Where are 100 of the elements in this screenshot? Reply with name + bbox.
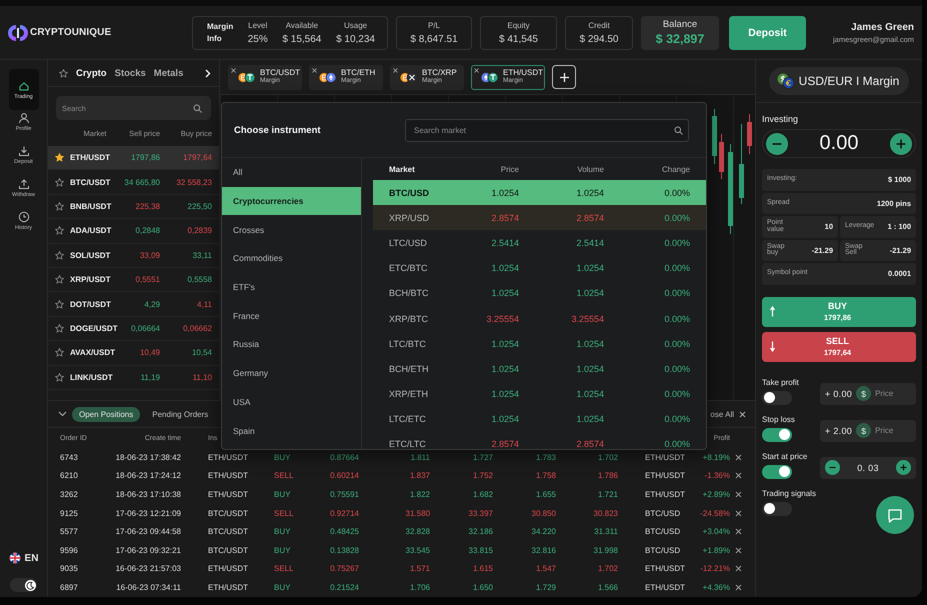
- instrument-row[interactable]: BTC/USD 1.0254 1.0254 0.00%: [373, 180, 706, 206]
- star-icon[interactable]: [54, 275, 64, 284]
- star-icon[interactable]: [54, 250, 64, 260]
- market-row[interactable]: DOGE/USDT 0,06664 0,06662: [48, 316, 219, 342]
- close-icon[interactable]: [474, 68, 479, 72]
- price-input[interactable]: Price: [875, 426, 910, 435]
- price-value: 1.0254: [490, 364, 519, 374]
- toggle-switch[interactable]: [762, 502, 792, 516]
- table-cell-text: 31.311: [593, 527, 618, 536]
- price-value: 1.0254: [490, 263, 519, 274]
- chevron-down-icon[interactable]: [58, 411, 67, 417]
- category-tab[interactable]: Stocks: [114, 68, 146, 78]
- instrument-row[interactable]: ETC/LTC 2.8574 2.8574 0.00%: [373, 432, 706, 449]
- table-cell-text: +1.89%: [702, 546, 730, 555]
- table-cell-text: ETH/USDT: [644, 452, 686, 462]
- instrument-row[interactable]: BCH/BTC 1.0254 1.0254 0.00%: [373, 280, 706, 306]
- stat-label: Credit: [588, 20, 610, 30]
- instrument-row[interactable]: XRP/ETH 1.0254 1.0254 0.00%: [373, 382, 706, 407]
- market-row[interactable]: ADA/USDT 0,2848 0,2839: [48, 219, 219, 244]
- instrument-row[interactable]: XRP/USD 2.8574 2.8574 0.00%: [373, 205, 706, 230]
- toggle-switch[interactable]: [762, 464, 792, 478]
- close-icon[interactable]: [734, 565, 742, 572]
- category-item[interactable]: Cryptocurrencies: [222, 186, 361, 216]
- buy-price: 11,10: [192, 372, 212, 382]
- star-icon[interactable]: [54, 178, 64, 187]
- add-tab-button[interactable]: [552, 65, 576, 89]
- close-icon[interactable]: [231, 68, 236, 72]
- instrument-row[interactable]: XRP/BTC 3.25554 3.25554 0.00%: [373, 306, 706, 332]
- minus-icon[interactable]: [825, 460, 840, 475]
- search-icon[interactable]: [674, 126, 683, 134]
- search-icon[interactable]: [193, 104, 202, 112]
- category-item[interactable]: USA: [222, 388, 361, 416]
- amount-value: 0.00: [820, 132, 858, 155]
- chevron-right-icon[interactable]: [205, 68, 211, 78]
- market-name: ETC/BTC: [389, 263, 429, 274]
- instrument-row[interactable]: LTC/BTC 1.0254 1.0254 0.00%: [373, 331, 706, 356]
- pair-selector[interactable]: USD/EUR I Margin: [768, 67, 910, 95]
- star-icon[interactable]: [54, 348, 64, 358]
- market-row[interactable]: SOL/USDT 33,09 33,11: [48, 244, 219, 268]
- star-icon[interactable]: [54, 324, 64, 333]
- market-row[interactable]: BTC/USDT 34 665,80 32 558,23: [48, 170, 219, 195]
- market-name: XRP/USD: [389, 212, 430, 223]
- positions-tab[interactable]: Pending Orders: [145, 406, 216, 422]
- market-row[interactable]: AVAX/USDT 10,49 10,54: [48, 341, 219, 366]
- close-icon[interactable]: [734, 546, 742, 554]
- search-field[interactable]: Search market: [405, 118, 689, 142]
- close-all-button[interactable]: ose All: [710, 410, 746, 418]
- category-item[interactable]: Spain: [222, 416, 361, 445]
- volume-value: 1.0254: [575, 338, 604, 349]
- market-name: ETC/LTC: [389, 439, 427, 449]
- toggle-switch[interactable]: [762, 390, 792, 404]
- close-icon[interactable]: [734, 472, 742, 480]
- market-row[interactable]: XRP/USDT 0,5551 0,5558: [48, 268, 219, 292]
- star-icon[interactable]: [54, 226, 64, 236]
- instrument-row[interactable]: LTC/ETC 1.0254 1.0254 0.00%: [373, 406, 706, 432]
- category-item[interactable]: Germany: [222, 358, 361, 388]
- dialog-title: Choose instrument: [234, 124, 321, 136]
- table-cell-text: 6210: [60, 471, 79, 480]
- sell-price: 0,06664: [130, 324, 160, 333]
- close-icon[interactable]: [393, 68, 398, 72]
- market-row[interactable]: ETH/USDT 1797,86 1797,64: [48, 146, 219, 170]
- instrument-row[interactable]: BCH/ETH 1.0254 1.0254 0.00%: [373, 356, 706, 382]
- table-cell-text: BTC/USDT: [207, 546, 249, 555]
- category-item[interactable]: ETF's: [222, 272, 361, 302]
- star-icon[interactable]: [54, 372, 64, 382]
- category-item[interactable]: All: [222, 158, 361, 187]
- toggle-switch[interactable]: [762, 428, 792, 442]
- star-icon[interactable]: [54, 300, 64, 309]
- market-row[interactable]: LINK/USDT 11,19 11,10: [48, 366, 219, 390]
- category-item[interactable]: Crosses: [222, 215, 361, 244]
- close-icon[interactable]: [734, 528, 742, 536]
- chat-button[interactable]: [876, 496, 914, 534]
- positions-tab[interactable]: Open Positions: [72, 406, 140, 422]
- star-icon[interactable]: [54, 202, 64, 211]
- instrument-row[interactable]: ETC/BTC 1.0254 1.0254 0.00%: [373, 256, 706, 281]
- table-cell-text: 0.21524: [329, 582, 359, 592]
- star-icon[interactable]: [54, 153, 64, 162]
- star-icon[interactable]: [59, 68, 68, 78]
- close-icon[interactable]: [734, 454, 742, 461]
- close-icon[interactable]: [734, 584, 742, 591]
- instrument-row[interactable]: LTC/USD 2.5414 2.5414 0.00%: [373, 230, 706, 256]
- close-icon[interactable]: [734, 490, 742, 498]
- close-icon[interactable]: [312, 68, 317, 72]
- close-icon[interactable]: [734, 510, 742, 517]
- minus-icon[interactable]: [766, 132, 788, 154]
- market-row[interactable]: BNB/USDT 225,38 225,50: [48, 194, 219, 220]
- plus-icon[interactable]: [896, 460, 911, 475]
- category-item[interactable]: France: [222, 301, 361, 330]
- market-row[interactable]: DOT/USDT 4,29 4,11: [48, 292, 219, 317]
- category-tab[interactable]: Crypto: [76, 68, 107, 78]
- logo-icon: [8, 22, 28, 42]
- language-label: EN: [24, 552, 38, 564]
- theme-toggle[interactable]: [10, 578, 37, 592]
- table-cell-text: 1.702: [596, 452, 618, 462]
- table-cell-text: BTC/USD: [644, 508, 682, 518]
- category-item[interactable]: Russia: [222, 330, 361, 359]
- category-tab[interactable]: Metals: [154, 68, 184, 78]
- plus-icon[interactable]: [890, 132, 912, 154]
- category-item[interactable]: Commodities: [222, 244, 361, 273]
- price-input[interactable]: Price: [875, 389, 910, 398]
